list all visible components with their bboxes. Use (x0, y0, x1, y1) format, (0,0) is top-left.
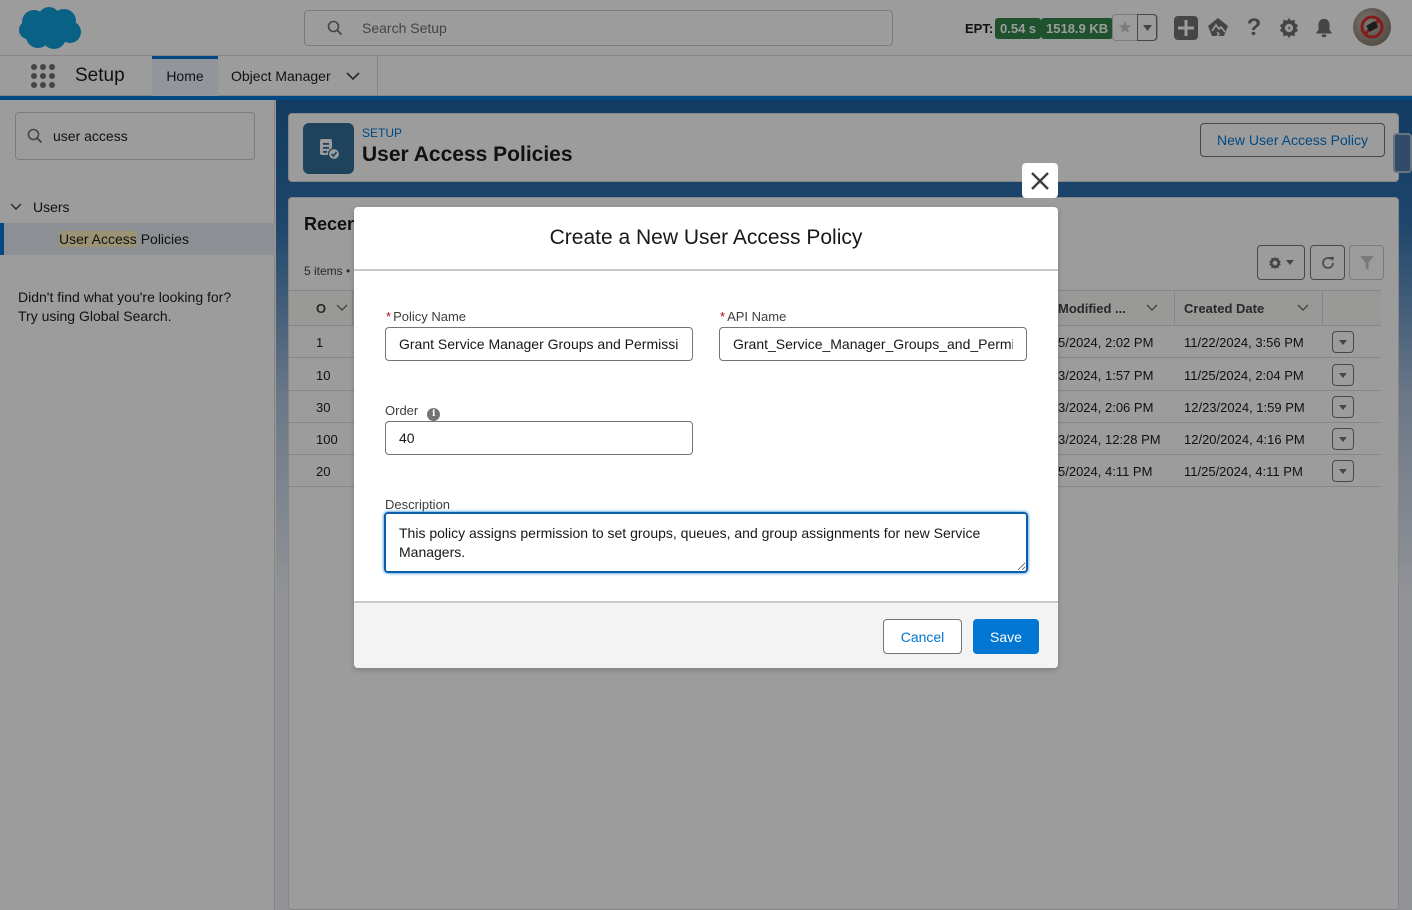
required-marker: * (386, 309, 392, 324)
order-label-text: Order (385, 403, 419, 418)
policy-name-label: * Policy Name (386, 309, 466, 324)
close-icon (1031, 171, 1049, 190)
api-name-label: * API Name (720, 309, 786, 324)
api-name-label-text: API Name (727, 309, 787, 324)
save-button[interactable]: Save (973, 619, 1039, 654)
description-label: Description (385, 497, 451, 512)
api-name-input[interactable] (719, 327, 1027, 361)
policy-name-input[interactable] (385, 327, 693, 361)
policy-name-label-text: Policy Name (393, 309, 467, 324)
create-user-access-policy-modal: Create a New User Access Policy * Policy … (354, 207, 1058, 668)
modal-footer: Cancel Save (354, 601, 1058, 668)
description-textarea[interactable]: This policy assigns permission to set gr… (384, 512, 1028, 573)
modal-close-button[interactable] (1022, 163, 1058, 198)
modal-header: Create a New User Access Policy (354, 207, 1058, 271)
order-label: Order i (385, 403, 441, 421)
required-marker: * (720, 309, 726, 324)
cancel-button[interactable]: Cancel (883, 619, 962, 654)
modal-title: Create a New User Access Policy (549, 226, 863, 249)
info-icon[interactable]: i (427, 407, 441, 421)
order-input[interactable] (385, 421, 693, 455)
